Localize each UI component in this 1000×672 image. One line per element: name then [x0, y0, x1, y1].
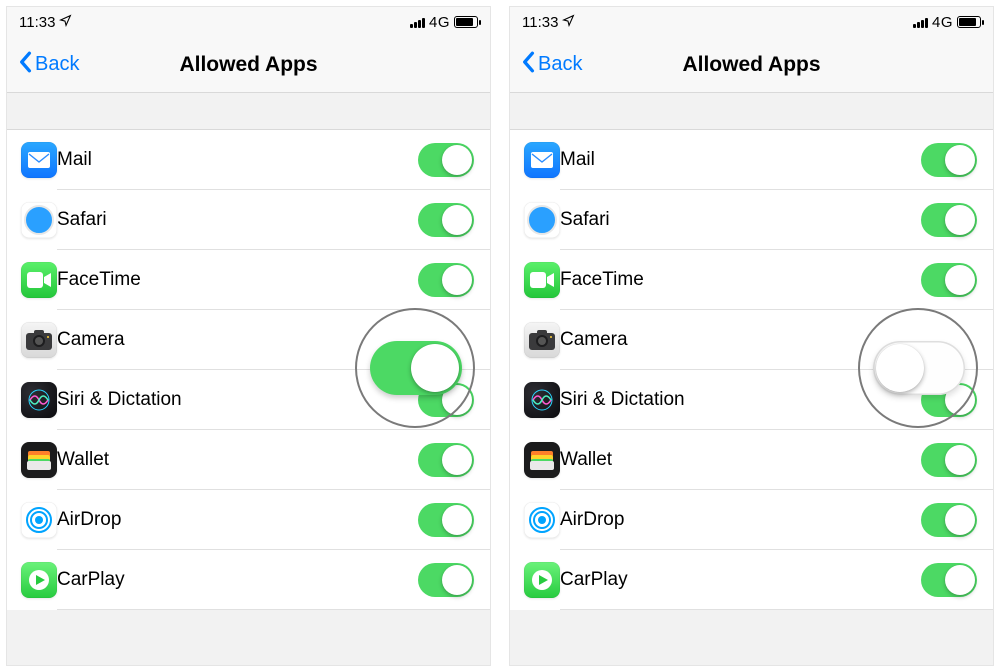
status-bar: 11:33 4G: [510, 7, 993, 37]
carplay-icon: [524, 562, 560, 598]
list-item: AirDrop: [7, 490, 490, 550]
safari-icon: [524, 202, 560, 238]
airdrop-icon: [524, 502, 560, 538]
location-arrow-icon: [59, 14, 72, 31]
list-item: Safari: [510, 190, 993, 250]
chevron-left-icon: [17, 51, 33, 79]
facetime-icon: [524, 262, 560, 298]
cell-signal-icon: [410, 16, 425, 28]
toggle-wallet[interactable]: [418, 443, 474, 477]
toggle-carplay[interactable]: [418, 563, 474, 597]
list-item: Mail: [7, 130, 490, 190]
siri-icon: [524, 382, 560, 418]
nav-bar: Back Allowed Apps: [7, 37, 490, 93]
battery-icon: [454, 16, 478, 28]
section-spacer: [7, 93, 490, 129]
app-label: Safari: [560, 209, 907, 231]
toggle-safari[interactable]: [418, 203, 474, 237]
wallet-icon: [21, 442, 57, 478]
safari-icon: [21, 202, 57, 238]
carplay-icon: [21, 562, 57, 598]
network-label: 4G: [429, 14, 450, 31]
airdrop-icon: [21, 502, 57, 538]
app-label: Camera: [57, 329, 404, 351]
app-label: Mail: [57, 149, 404, 171]
chevron-left-icon: [520, 51, 536, 79]
list-item: CarPlay: [7, 550, 490, 610]
list-item: FaceTime: [510, 250, 993, 310]
app-label: CarPlay: [560, 569, 907, 591]
list-item: Safari: [7, 190, 490, 250]
app-label: Safari: [57, 209, 404, 231]
mail-icon: [524, 142, 560, 178]
app-label: Wallet: [560, 449, 907, 471]
app-label: AirDrop: [560, 509, 907, 531]
status-time: 11:33: [19, 14, 55, 31]
list-item: FaceTime: [7, 250, 490, 310]
back-label: Back: [538, 53, 582, 76]
toggle-mail[interactable]: [921, 143, 977, 177]
camera-icon: [524, 322, 560, 358]
app-label: Wallet: [57, 449, 404, 471]
app-label: Camera: [560, 329, 907, 351]
toggle-safari[interactable]: [921, 203, 977, 237]
toggle-airdrop[interactable]: [418, 503, 474, 537]
camera-icon: [21, 322, 57, 358]
toggle-mail[interactable]: [418, 143, 474, 177]
back-button[interactable]: Back: [17, 51, 79, 79]
app-label: AirDrop: [57, 509, 404, 531]
location-arrow-icon: [562, 14, 575, 31]
network-label: 4G: [932, 14, 953, 31]
screen-right: 11:33 4G Back Allowed Apps Mail: [509, 6, 994, 666]
toggle-carplay[interactable]: [921, 563, 977, 597]
facetime-icon: [21, 262, 57, 298]
app-label: Mail: [560, 149, 907, 171]
toggle-camera-enlarged[interactable]: [873, 341, 965, 395]
toggle-camera-enlarged[interactable]: [370, 341, 462, 395]
nav-bar: Back Allowed Apps: [510, 37, 993, 93]
toggle-facetime[interactable]: [921, 263, 977, 297]
list-item: CarPlay: [510, 550, 993, 610]
toggle-wallet[interactable]: [921, 443, 977, 477]
wallet-icon: [524, 442, 560, 478]
app-label: FaceTime: [560, 269, 907, 291]
list-item: AirDrop: [510, 490, 993, 550]
back-label: Back: [35, 53, 79, 76]
back-button[interactable]: Back: [520, 51, 582, 79]
list-item: Mail: [510, 130, 993, 190]
app-label: CarPlay: [57, 569, 404, 591]
list-item: Wallet: [7, 430, 490, 490]
section-spacer: [510, 93, 993, 129]
app-label: FaceTime: [57, 269, 404, 291]
list-item: Wallet: [510, 430, 993, 490]
battery-icon: [957, 16, 981, 28]
status-bar: 11:33 4G: [7, 7, 490, 37]
cell-signal-icon: [913, 16, 928, 28]
app-label: Siri & Dictation: [57, 389, 404, 411]
screen-left: 11:33 4G Back Allowed Apps Mail: [6, 6, 491, 666]
toggle-airdrop[interactable]: [921, 503, 977, 537]
app-label: Siri & Dictation: [560, 389, 907, 411]
mail-icon: [21, 142, 57, 178]
siri-icon: [21, 382, 57, 418]
toggle-facetime[interactable]: [418, 263, 474, 297]
status-time: 11:33: [522, 14, 558, 31]
